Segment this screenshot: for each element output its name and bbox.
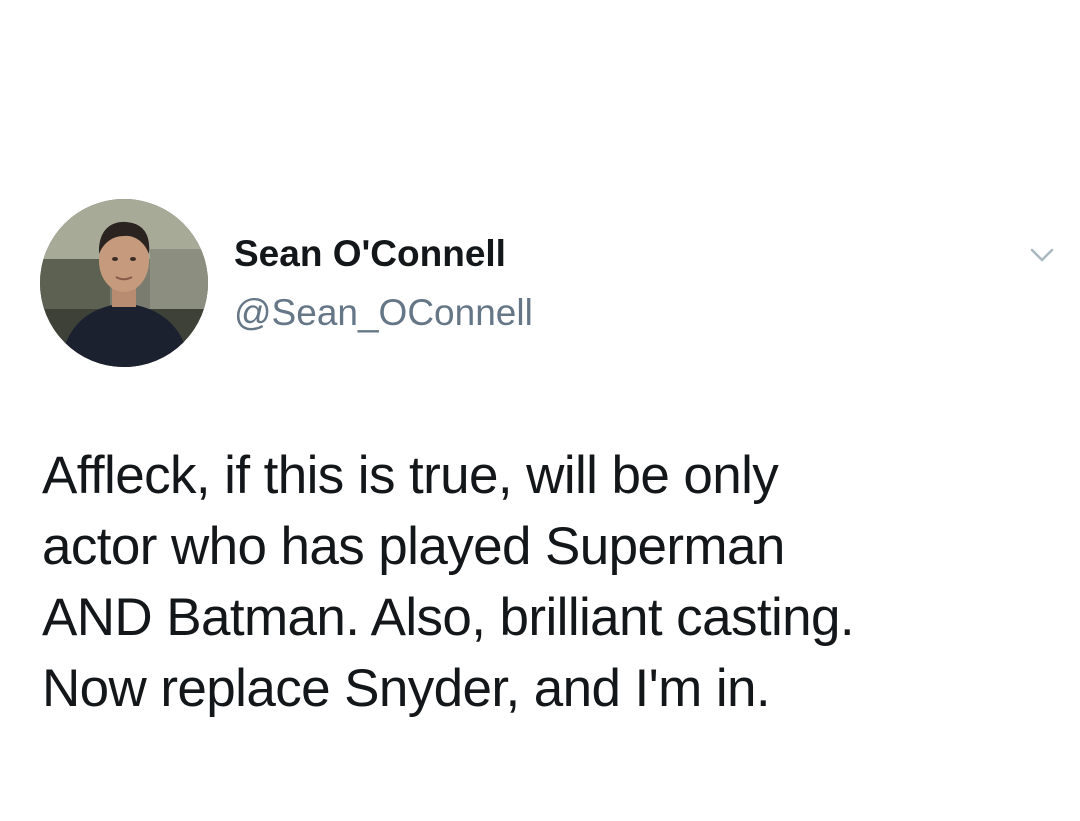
author-display-name[interactable]: Sean O'Connell — [234, 232, 506, 276]
tweet-text-line: Now replace Snyder, and I'm in. — [42, 659, 771, 718]
avatar-photo — [40, 199, 208, 367]
avatar[interactable] — [40, 199, 208, 367]
tweet-text-line: actor who has played Superman — [42, 517, 785, 576]
tweet-text: Affleck, if this is true, will be only a… — [42, 440, 1052, 724]
author-handle[interactable]: @Sean_OConnell — [234, 291, 533, 335]
tweet-card: Sean O'Connell @Sean_OConnell Affleck, i… — [0, 0, 1080, 821]
tweet-text-line: AND Batman. Also, brilliant casting. — [42, 588, 855, 647]
chevron-down-icon[interactable] — [1022, 240, 1062, 270]
tweet-text-line: Affleck, if this is true, will be only — [42, 446, 779, 505]
